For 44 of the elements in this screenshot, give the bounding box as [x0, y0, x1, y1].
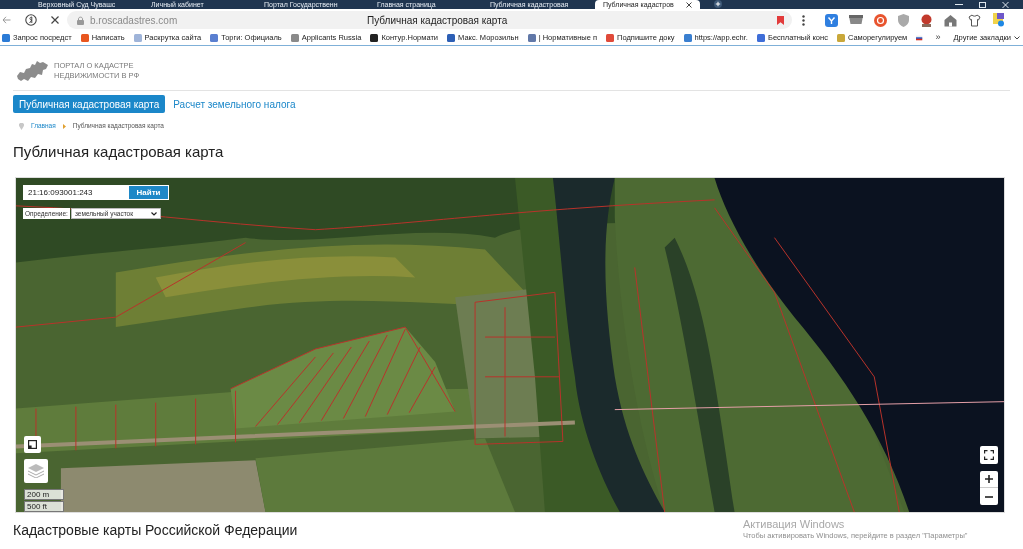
new-tab-icon[interactable] — [714, 0, 722, 8]
tray-icon[interactable] — [849, 15, 863, 25]
kebab-menu-icon[interactable] — [802, 14, 805, 26]
ring-icon[interactable] — [25, 14, 37, 26]
tool-button[interactable] — [24, 436, 41, 453]
shirt-icon[interactable] — [968, 13, 981, 27]
nav-tab[interactable]: Расчет земельного налога — [173, 95, 296, 113]
close-icon[interactable] — [686, 1, 692, 8]
scale-bar-label: 500 ft — [24, 501, 64, 512]
search-button[interactable]: Найти — [128, 185, 169, 200]
chevron-down-icon — [150, 211, 157, 216]
lock-icon — [77, 15, 84, 25]
url-text: b.roscadastres.com — [90, 13, 178, 28]
nav-tab[interactable]: Публичная кадастровая карта — [13, 95, 166, 113]
ball-icon[interactable] — [920, 13, 933, 27]
house-icon[interactable] — [944, 13, 957, 27]
page-title: Публичная кадастровая карта — [366, 13, 509, 28]
disc-icon[interactable] — [874, 13, 887, 27]
section-heading: Кадастровые карты Российской Федерации — [13, 521, 298, 539]
search-field[interactable]: 21:16:093001:243 — [23, 185, 128, 200]
satellite-map-drawing[interactable] — [16, 178, 1004, 512]
back-arrow-icon[interactable] — [2, 16, 11, 24]
layers-icon — [28, 464, 44, 478]
chevron-down-icon — [1014, 36, 1020, 40]
bookmark-icon[interactable] — [777, 15, 784, 25]
plus-icon — [985, 475, 993, 483]
page-heading: Публичная кадастровая карта — [13, 143, 224, 161]
close-icon[interactable] — [51, 16, 59, 24]
pin-icon — [19, 122, 24, 130]
address-bar[interactable]: b.roscadastres.com Публичная кадастровая карта — [67, 11, 792, 29]
flag-icon[interactable] — [916, 34, 923, 42]
activation-title: Активация Windows — [743, 517, 846, 531]
more-bookmarks-button[interactable]: » — [931, 31, 945, 45]
country-silhouette-logo[interactable] — [17, 60, 48, 82]
scale-bar-label: 200 m — [24, 489, 64, 500]
maximize-icon[interactable] — [979, 1, 986, 8]
caret-icon — [62, 123, 66, 129]
tile-icon[interactable] — [825, 13, 838, 27]
square-icon — [28, 440, 37, 449]
minus-icon — [985, 495, 993, 498]
fullscreen-button[interactable] — [980, 446, 998, 464]
note-icon[interactable] — [992, 13, 1005, 27]
fullscreen-icon — [984, 450, 994, 460]
minimize-icon[interactable] — [955, 3, 963, 6]
